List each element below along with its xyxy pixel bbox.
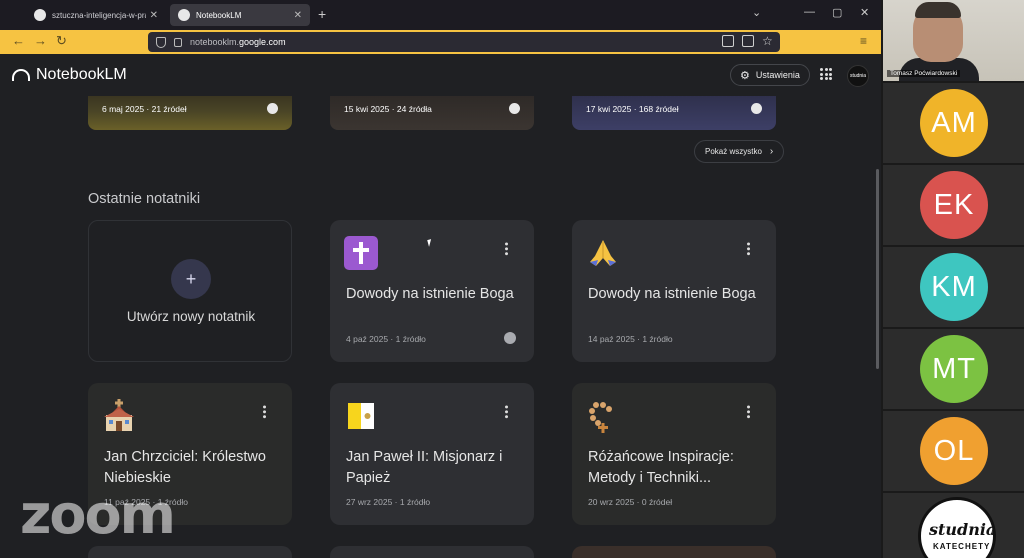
- participant-tile[interactable]: MT: [883, 329, 1024, 409]
- notebook-meta: 27 wrz 2025 · 1 źródło: [346, 497, 431, 507]
- notebook-card[interactable]: ••• Dowody na istnienie Boga 14 paź 2025…: [572, 220, 776, 362]
- app-logo[interactable]: NotebookLM: [12, 66, 127, 84]
- settings-button[interactable]: ⚙ Ustawienia: [730, 64, 810, 86]
- tab-bar: sztuczna-inteligencja-w-pracy-katech ✕ N…: [0, 0, 881, 30]
- maximize-icon[interactable]: ▢: [832, 6, 842, 19]
- cross-icon: [344, 236, 378, 270]
- participant-avatar: AM: [920, 89, 988, 157]
- url-text: notebooklm.google.com: [190, 37, 286, 47]
- participant-avatar: EK: [920, 171, 988, 239]
- reader-view-icon[interactable]: [722, 35, 734, 47]
- tab-favicon: [34, 9, 46, 21]
- featured-meta: 17 kwi 2025 · 168 źródeł: [586, 104, 679, 114]
- more-options-icon[interactable]: •••: [742, 405, 754, 420]
- vatican-flag-icon: [348, 403, 374, 429]
- notebook-card[interactable]: [572, 546, 776, 558]
- close-tab-icon[interactable]: ✕: [294, 10, 302, 21]
- notebook-meta: 14 paź 2025 · 1 źródło: [588, 334, 673, 344]
- participant-tile[interactable]: EK: [883, 165, 1024, 245]
- participant-avatar: OL: [920, 417, 988, 485]
- featured-meta: 6 maj 2025 · 21 źródeł: [102, 104, 187, 114]
- show-all-label: Pokaż wszystko: [705, 147, 762, 156]
- navigation-bar: ← → ↻ notebooklm.google.com ☆ ≡: [0, 30, 881, 54]
- translate-icon[interactable]: [742, 35, 754, 47]
- studnia-logo: studnia KATECHETY: [918, 497, 996, 558]
- bookmark-star-icon[interactable]: ☆: [762, 35, 774, 47]
- participant-tile[interactable]: studnia KATECHETY: [883, 493, 1024, 558]
- logo-text: studnia: [929, 520, 996, 539]
- address-bar[interactable]: notebooklm.google.com ☆: [148, 32, 780, 52]
- participant-video[interactable]: Tomasz Poćwiardowski: [883, 0, 1024, 81]
- globe-icon: [504, 332, 516, 344]
- zoom-watermark: zoom: [20, 483, 176, 546]
- notebooklm-favicon: [178, 9, 190, 21]
- browser-window: sztuczna-inteligencja-w-pracy-katech ✕ N…: [0, 0, 881, 558]
- globe-icon: [267, 103, 278, 114]
- settings-label: Ustawienia: [755, 70, 800, 80]
- notebook-title: Różańcowe Inspiracje: Metody i Techniki.…: [588, 449, 734, 486]
- notebook-card[interactable]: [330, 546, 534, 558]
- more-options-icon[interactable]: •••: [500, 405, 512, 420]
- lock-icon[interactable]: [174, 37, 182, 47]
- show-all-button[interactable]: Pokaż wszystko ›: [694, 140, 785, 163]
- participant-name: Tomasz Poćwiardowski: [887, 70, 961, 77]
- rosary-icon: [589, 402, 612, 433]
- apps-grid-icon[interactable]: [820, 68, 832, 80]
- more-options-icon[interactable]: •••: [258, 405, 270, 420]
- chevron-right-icon: ›: [769, 146, 774, 157]
- forward-icon[interactable]: →: [34, 33, 47, 48]
- logo-subtext: KATECHETY: [933, 542, 991, 551]
- notebooklm-logo-icon: [12, 69, 30, 81]
- participant-avatar: MT: [920, 335, 988, 403]
- scrollbar[interactable]: [876, 169, 879, 369]
- close-window-icon[interactable]: ✕: [860, 6, 869, 19]
- tab-label: sztuczna-inteligencja-w-pracy-katech: [52, 10, 146, 20]
- screen: sztuczna-inteligencja-w-pracy-katech ✕ N…: [0, 0, 1024, 558]
- notebook-meta: 4 paź 2025 · 1 źródło: [346, 334, 426, 344]
- create-notebook-card[interactable]: + Utwórz nowy notatnik: [88, 220, 292, 362]
- participants-panel: Tomasz Poćwiardowski AM EK KM MT OL stud…: [881, 0, 1024, 558]
- new-tab-button[interactable]: +: [318, 6, 326, 22]
- notebook-meta: 20 wrz 2025 · 0 źródeł: [588, 497, 673, 507]
- reload-icon[interactable]: ↻: [56, 33, 67, 49]
- tab-notebooklm[interactable]: NotebookLM ✕: [170, 4, 310, 26]
- speaker-hair: [915, 2, 961, 18]
- participant-tile[interactable]: KM: [883, 247, 1024, 327]
- notebook-card[interactable]: ••• Jan Paweł II: Misjonarz i Papież 27 …: [330, 383, 534, 525]
- notebook-title: Dowody na istnienie Boga: [588, 286, 756, 302]
- section-title: Ostatnie notatniki: [88, 191, 201, 207]
- globe-icon: [751, 103, 762, 114]
- minimize-icon[interactable]: —: [804, 6, 815, 18]
- church-icon: [104, 399, 134, 431]
- praying-hands-icon: [590, 240, 616, 266]
- create-notebook-label: Utwórz nowy notatnik: [126, 309, 256, 324]
- globe-icon: [509, 103, 520, 114]
- notebook-card[interactable]: ••• Różańcowe Inspiracje: Metody i Techn…: [572, 383, 776, 525]
- plus-icon: +: [171, 259, 211, 299]
- close-tab-icon[interactable]: ✕: [150, 10, 158, 21]
- notebook-title: Jan Paweł II: Misjonarz i Papież: [346, 449, 503, 486]
- tab-katecheza[interactable]: sztuczna-inteligencja-w-pracy-katech ✕: [26, 4, 166, 26]
- avatar[interactable]: studnia: [847, 65, 869, 87]
- participant-tile[interactable]: AM: [883, 83, 1024, 163]
- more-options-icon[interactable]: •••: [742, 242, 754, 257]
- participant-avatar: KM: [920, 253, 988, 321]
- back-icon[interactable]: ←: [12, 33, 25, 48]
- hamburger-menu-icon[interactable]: ≡: [860, 34, 867, 48]
- featured-meta: 15 kwi 2025 · 24 źródła: [344, 104, 432, 114]
- chevron-down-icon[interactable]: ⌄: [752, 6, 761, 19]
- app-header: NotebookLM ⚙ Ustawienia studnia: [0, 54, 881, 96]
- participant-tile[interactable]: OL: [883, 411, 1024, 491]
- more-options-icon[interactable]: •••: [500, 242, 512, 257]
- notebook-title: Dowody na istnienie Boga: [346, 286, 514, 302]
- shield-icon[interactable]: [156, 36, 166, 48]
- notebook-card[interactable]: [88, 546, 292, 558]
- tab-label: NotebookLM: [196, 10, 242, 20]
- app-name: NotebookLM: [36, 66, 127, 83]
- gear-icon: ⚙: [740, 69, 750, 82]
